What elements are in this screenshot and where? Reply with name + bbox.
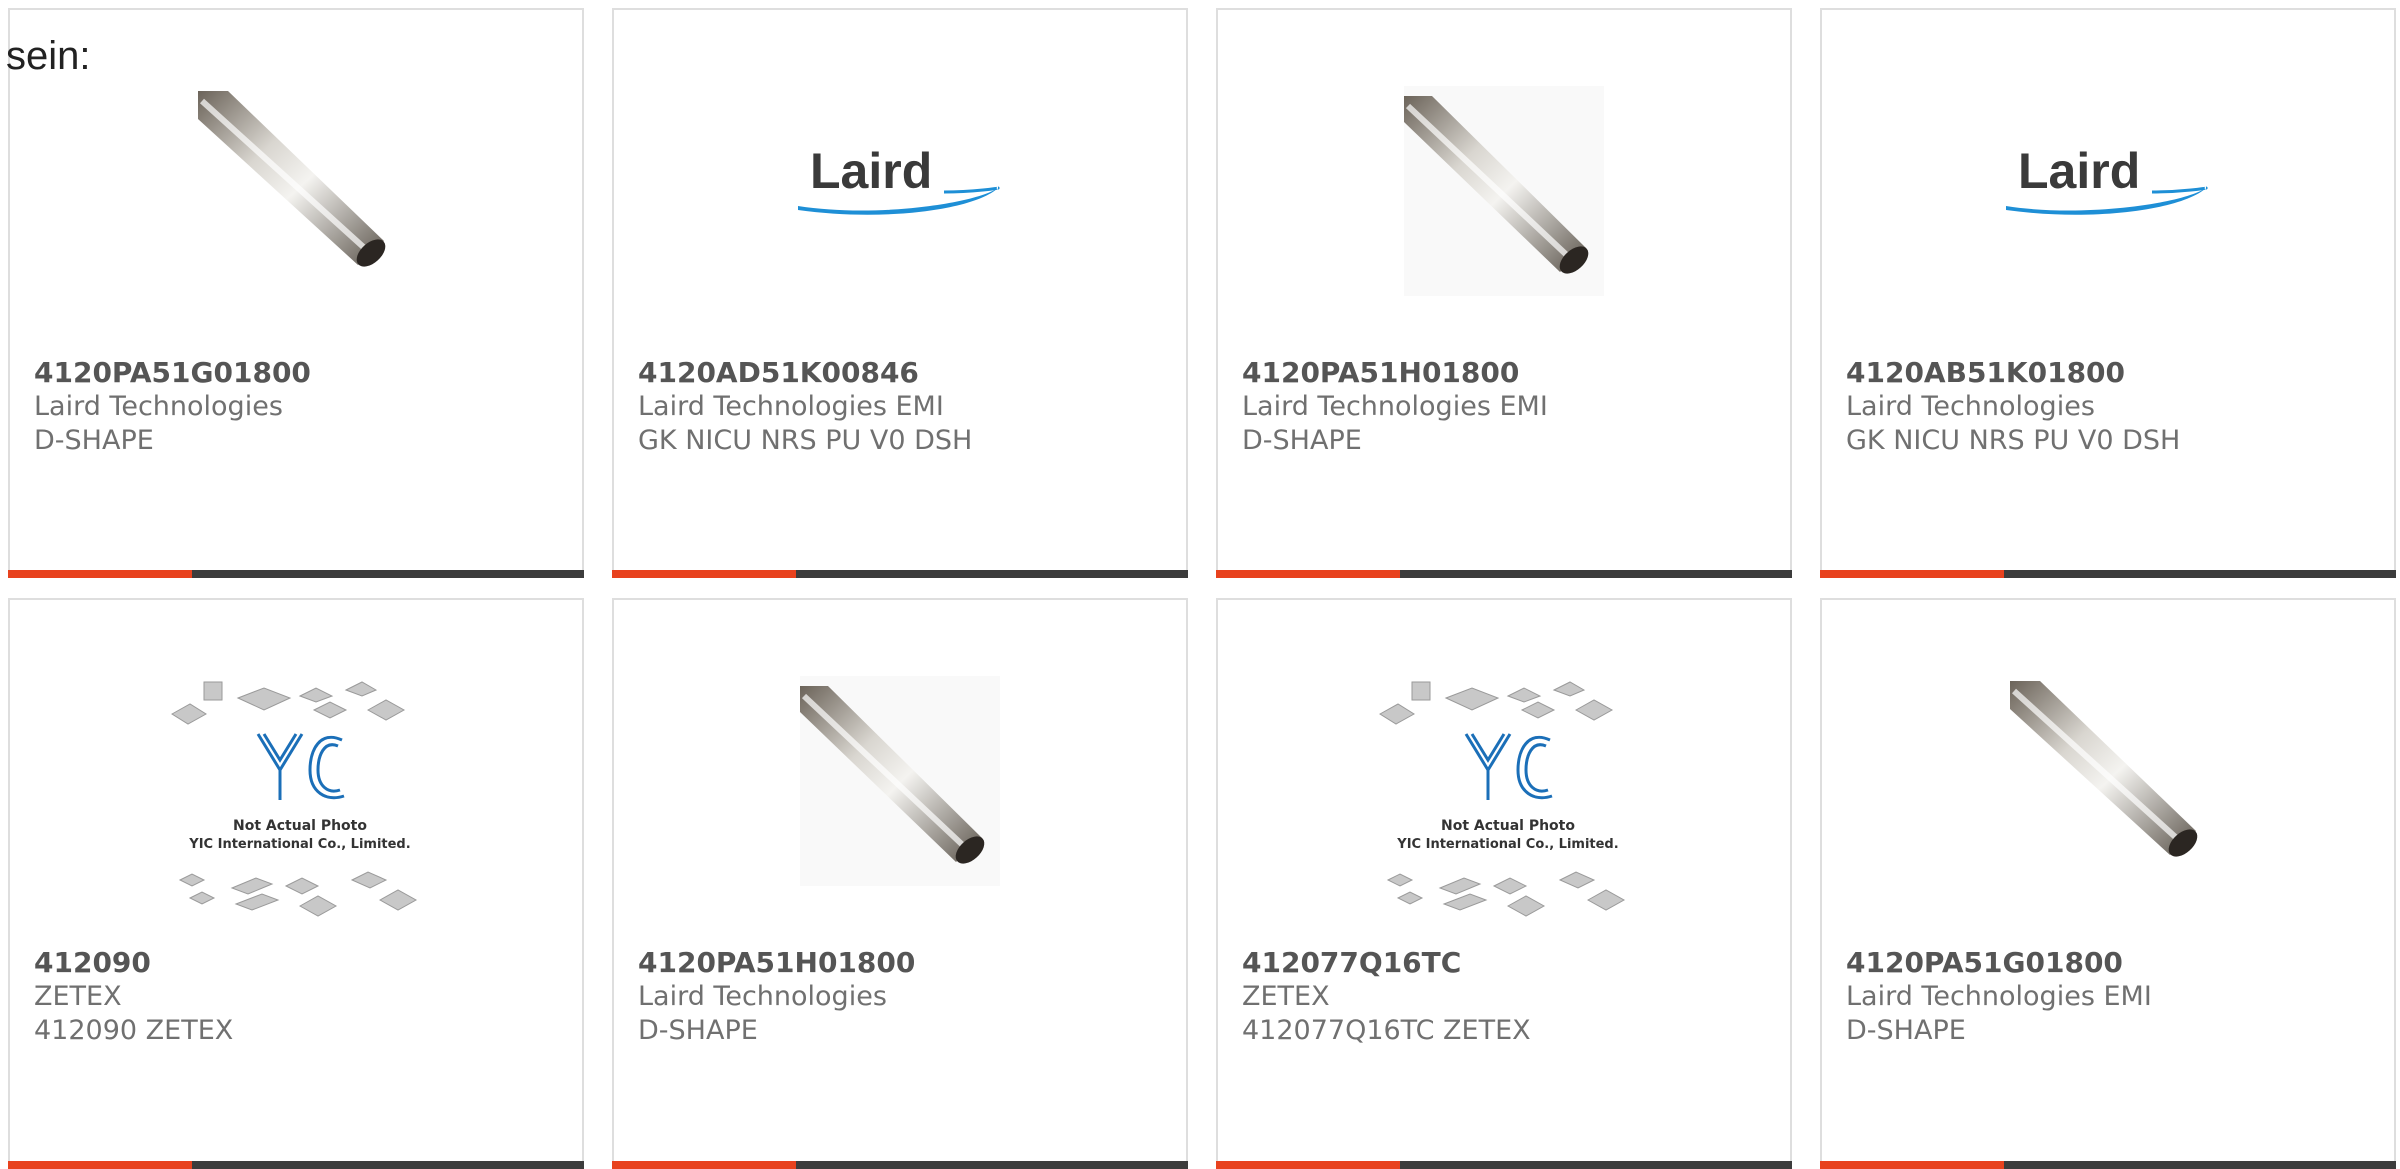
description: 412077Q16TC ZETEX <box>1242 1015 1531 1046</box>
description: D-SHAPE <box>34 425 154 456</box>
manufacturer: ZETEX <box>1242 981 1330 1012</box>
card-bar <box>1216 1161 1792 1169</box>
manufacturer: Laird Technologies <box>638 981 887 1012</box>
product-info: 4120PA51G01800 Laird Technologies D-SHAP… <box>34 356 566 458</box>
card-bar-accent <box>1216 1161 1400 1169</box>
card-bar <box>1820 570 2396 578</box>
description: D-SHAPE <box>638 1015 758 1046</box>
card-bar <box>1820 1161 2396 1169</box>
description: GK NICU NRS PU V0 DSH <box>1846 425 2181 456</box>
yic-placeholder-image: Not Actual Photo YIC International Co., … <box>160 680 440 930</box>
product-card[interactable]: Not Actual Photo YIC International Co., … <box>1216 598 1792 1169</box>
manufacturer: Laird Technologies EMI <box>1242 391 1548 422</box>
part-number[interactable]: 4120PA51H01800 <box>1242 356 1774 390</box>
part-number[interactable]: 4120PA51G01800 <box>1846 946 2378 980</box>
product-card[interactable]: Laird 4120AD51K00846 Laird Technologies … <box>612 8 1188 578</box>
product-info: 4120AD51K00846 Laird Technologies EMI GK… <box>638 356 1170 458</box>
laird-logo-text: Laird <box>810 143 932 199</box>
card-bar-accent <box>1820 1161 2004 1169</box>
card-bar-accent <box>1216 570 1400 578</box>
product-image-tube <box>800 676 1000 886</box>
product-card[interactable]: Not Actual Photo YIC International Co., … <box>8 598 584 1169</box>
part-number[interactable]: 4120AB51K01800 <box>1846 356 2378 390</box>
part-number[interactable]: 4120AD51K00846 <box>638 356 1170 390</box>
product-card[interactable]: 4120PA51G01800 Laird Technologies D-SHAP… <box>8 8 584 578</box>
product-info: 4120PA51G01800 Laird Technologies EMI D-… <box>1846 946 2378 1048</box>
manufacturer: Laird Technologies EMI <box>638 391 944 422</box>
card-bar <box>612 1161 1188 1169</box>
manufacturer: Laird Technologies <box>34 391 283 422</box>
card-bar-accent <box>8 570 192 578</box>
product-image-tube <box>1404 86 1604 296</box>
product-image-tube <box>2010 676 2210 886</box>
description: 412090 ZETEX <box>34 1015 234 1046</box>
card-bar <box>8 570 584 578</box>
card-bar-accent <box>612 570 796 578</box>
part-number[interactable]: 412090 <box>34 946 566 980</box>
manufacturer: Laird Technologies <box>1846 391 2095 422</box>
card-bar <box>8 1161 584 1169</box>
product-info: 412090 ZETEX 412090 ZETEX <box>34 946 566 1048</box>
placeholder-line-2: YIC International Co., Limited. <box>188 837 410 852</box>
lead-text: sein: <box>6 34 91 78</box>
part-number[interactable]: 4120PA51H01800 <box>638 946 1170 980</box>
card-bar-accent <box>8 1161 192 1169</box>
manufacturer: Laird Technologies EMI <box>1846 981 2152 1012</box>
placeholder-line-2: YIC International Co., Limited. <box>1396 837 1618 852</box>
product-card[interactable]: Laird 4120AB51K01800 Laird Technologies … <box>1820 8 2396 578</box>
product-info: 4120PA51H01800 Laird Technologies D-SHAP… <box>638 946 1170 1048</box>
card-bar-accent <box>1820 570 2004 578</box>
description: GK NICU NRS PU V0 DSH <box>638 425 973 456</box>
product-info: 412077Q16TC ZETEX 412077Q16TC ZETEX <box>1242 946 1774 1048</box>
laird-logo-image: Laird <box>2002 130 2222 230</box>
description: D-SHAPE <box>1846 1015 1966 1046</box>
part-number[interactable]: 412077Q16TC <box>1242 946 1774 980</box>
product-info: 4120AB51K01800 Laird Technologies GK NIC… <box>1846 356 2378 458</box>
placeholder-line-1: Not Actual Photo <box>1441 818 1575 834</box>
card-bar-accent <box>612 1161 796 1169</box>
yic-placeholder-image: Not Actual Photo YIC International Co., … <box>1368 680 1648 930</box>
card-bar <box>1216 570 1792 578</box>
description: D-SHAPE <box>1242 425 1362 456</box>
part-number[interactable]: 4120PA51G01800 <box>34 356 566 390</box>
product-card[interactable]: 4120PA51H01800 Laird Technologies D-SHAP… <box>612 598 1188 1169</box>
product-info: 4120PA51H01800 Laird Technologies EMI D-… <box>1242 356 1774 458</box>
product-card[interactable]: 4120PA51G01800 Laird Technologies EMI D-… <box>1820 598 2396 1169</box>
laird-logo-text: Laird <box>2018 143 2140 199</box>
laird-logo-image: Laird <box>794 130 1014 230</box>
product-card[interactable]: 4120PA51H01800 Laird Technologies EMI D-… <box>1216 8 1792 578</box>
card-bar <box>612 570 1188 578</box>
placeholder-line-1: Not Actual Photo <box>233 818 367 834</box>
manufacturer: ZETEX <box>34 981 122 1012</box>
product-image-tube <box>198 86 398 296</box>
